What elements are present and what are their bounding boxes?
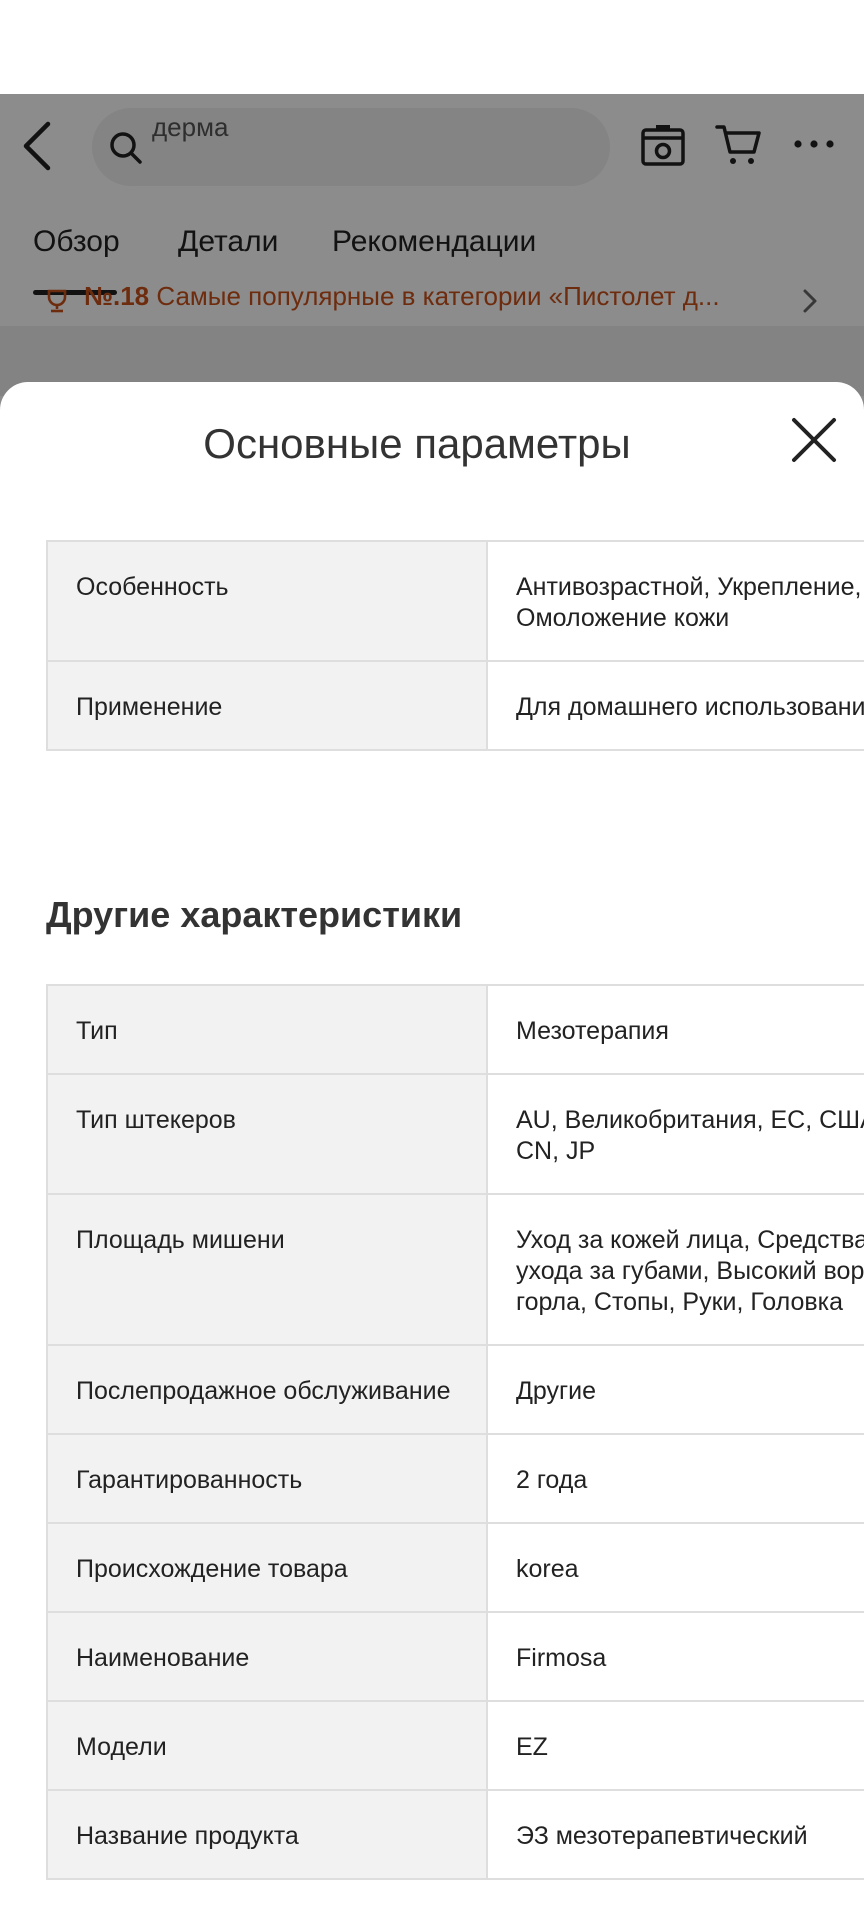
main-params-table: Особенность Антивозрастной, Укрепление, … (46, 540, 864, 751)
other-params-table: Тип Мезотерапия Тип штекеров AU, Великоб… (46, 984, 864, 1880)
table-row: Тип Мезотерапия (46, 984, 864, 1075)
param-key: Наименование (46, 1611, 488, 1702)
param-key: Происхождение товара (46, 1522, 488, 1613)
param-value: ЭЗ мезотерапевтический (486, 1789, 864, 1880)
param-value: Другие (486, 1344, 864, 1435)
param-value: Мезотерапия (486, 984, 864, 1075)
param-key: Название продукта (46, 1789, 488, 1880)
param-value: Антивозрастной, Укрепление, Омоложение к… (486, 540, 864, 662)
param-value: korea (486, 1522, 864, 1613)
table-row: Послепродажное обслуживание Другие (46, 1344, 864, 1435)
table-row: Модели EZ (46, 1700, 864, 1791)
param-key: Послепродажное обслуживание (46, 1344, 488, 1435)
param-key: Применение (46, 660, 488, 751)
param-value: EZ (486, 1700, 864, 1791)
param-key: Тип штекеров (46, 1073, 488, 1195)
other-params-heading: Другие характеристики (46, 894, 463, 935)
param-value: Уход за кожей лица, Средства ухода за гу… (486, 1193, 864, 1346)
param-value: 2 года (486, 1433, 864, 1524)
table-row: Наименование Firmosa (46, 1611, 864, 1702)
table-row: Особенность Антивозрастной, Укрепление, … (46, 540, 864, 662)
param-key: Площадь мишени (46, 1193, 488, 1346)
sheet-title: Основные параметры (203, 420, 631, 467)
param-key: Тип (46, 984, 488, 1075)
param-value: Для домашнего использования (486, 660, 864, 751)
status-bar (0, 0, 864, 94)
parameters-sheet: Основные параметры Особенность Антивозра… (0, 382, 864, 1920)
table-row: Гарантированность 2 года (46, 1433, 864, 1524)
param-key: Модели (46, 1700, 488, 1791)
param-value: Firmosa (486, 1611, 864, 1702)
param-key: Особенность (46, 540, 488, 662)
table-row: Площадь мишени Уход за кожей лица, Средс… (46, 1193, 864, 1346)
table-row: Происхождение товара korea (46, 1522, 864, 1613)
param-key: Гарантированность (46, 1433, 488, 1524)
close-icon[interactable] (788, 414, 840, 466)
param-value: AU, Великобритания, ЕС, США, CN, JP (486, 1073, 864, 1195)
table-row: Название продукта ЭЗ мезотерапевтический (46, 1789, 864, 1880)
table-row: Применение Для домашнего использования (46, 660, 864, 751)
table-row: Тип штекеров AU, Великобритания, ЕС, США… (46, 1073, 864, 1195)
